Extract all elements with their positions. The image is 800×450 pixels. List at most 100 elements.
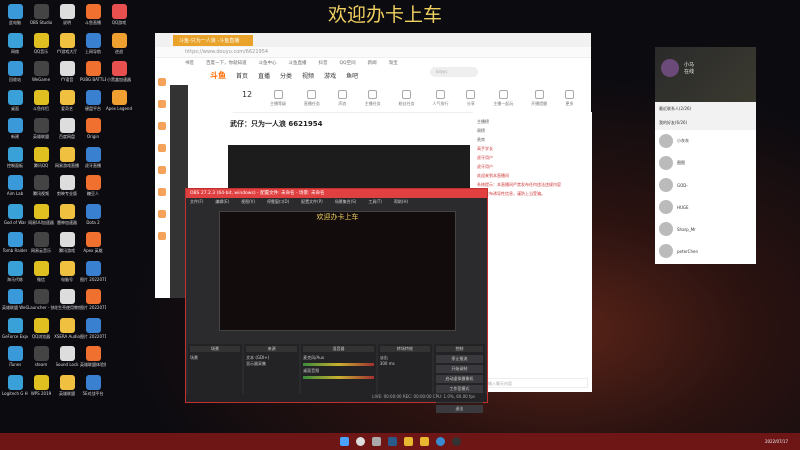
desktop-icon[interactable]: PUBG BATTLEGR... — [80, 61, 106, 90]
desktop-icon[interactable]: 图片 2022071... — [80, 289, 106, 318]
desktop-icon[interactable]: 斗鱼直播 — [80, 4, 106, 33]
desktop-icon[interactable]: 网易云音乐 — [28, 232, 54, 261]
desktop-icon[interactable]: XSERA Audio — [54, 317, 80, 347]
desktop-icon[interactable]: 糖豆人 — [80, 175, 106, 204]
desktop-icon[interactable]: Sound Lock — [54, 346, 80, 375]
desktop-icon[interactable]: 桌面 — [2, 89, 28, 119]
search-icon[interactable] — [356, 437, 365, 446]
desktop-icon[interactable]: 英雄联盟 — [54, 374, 80, 404]
desktop-icon[interactable]: 英雄联盟体验服平台 — [80, 346, 106, 375]
task-view-icon[interactable] — [372, 437, 381, 446]
desktop-icon[interactable] — [106, 147, 132, 176]
desktop-icon[interactable]: God of War — [2, 203, 28, 233]
yy-voice-icon[interactable] — [420, 437, 429, 446]
control-button[interactable]: 开始录制 — [435, 365, 483, 373]
obs-icon[interactable] — [452, 437, 461, 446]
desktop-icon[interactable]: OBS Studio — [28, 4, 54, 33]
desktop-icon[interactable] — [106, 318, 132, 347]
bookmark[interactable]: 书签 — [185, 60, 194, 66]
menu-item[interactable]: 工具(T) — [368, 199, 382, 205]
contact-group[interactable]: 最近联系人(2/26) — [655, 102, 756, 116]
desktop-icon[interactable]: 说明 — [54, 4, 80, 33]
bookmark[interactable]: 新闻 — [368, 60, 377, 66]
desktop-icon[interactable]: 图片 2022071... — [80, 317, 106, 347]
desktop-icon[interactable]: Tomb Raider — [2, 232, 28, 261]
desktop-icon[interactable] — [106, 175, 132, 204]
desktop-icon[interactable]: Apex 英雄 — [80, 232, 106, 261]
desktop-icon[interactable]: 雷神加速器 — [54, 203, 80, 233]
tool-button[interactable]: 分享 — [466, 90, 476, 112]
tool-button[interactable]: 主播一起玩 — [493, 90, 513, 112]
desktop-icon[interactable]: 图片 2022071... — [80, 260, 106, 290]
desktop-icon[interactable]: 海马代练 — [2, 260, 28, 290]
desktop-icon[interactable]: Origin — [80, 118, 106, 147]
desktop-icon[interactable]: YY游戏大厅 — [54, 32, 80, 62]
desktop-icon[interactable]: 英雄联盟 — [28, 118, 54, 147]
desktop-icon[interactable]: 网易UU加速器 — [28, 203, 54, 233]
avatar[interactable] — [661, 59, 679, 77]
desktop-icon[interactable]: steam — [28, 346, 54, 375]
desktop-icon[interactable]: 爱奇艺 — [54, 89, 80, 119]
desktop-icon[interactable]: QQ游戏 — [106, 4, 132, 33]
menu-item[interactable]: 停靠窗口(D) — [267, 199, 289, 205]
control-button[interactable]: 工作室模式 — [435, 385, 483, 393]
desktop-icon[interactable]: QQ音乐 — [28, 32, 54, 62]
desktop-icon[interactable]: WeGame — [28, 61, 54, 90]
desktop-icon[interactable]: 腾讯游戏 — [54, 232, 80, 261]
bookmark[interactable]: 斗鱼直播 — [289, 60, 307, 66]
bookmark[interactable]: 斗鱼中心 — [259, 60, 277, 66]
desktop-icon[interactable]: 新建 — [2, 118, 28, 147]
desktop-icon[interactable]: 5E对战平台 — [80, 374, 106, 404]
contact[interactable]: 小灰灰 — [655, 130, 756, 152]
nav-link[interactable]: 直播 — [258, 71, 270, 80]
desktop-icon[interactable]: Apex Legends — [106, 89, 132, 119]
desktop-icon[interactable]: 网络 — [2, 32, 28, 62]
desktop-icon[interactable]: 腾讯视频 — [28, 175, 54, 204]
clock[interactable]: 2022/07/17 — [765, 439, 800, 444]
nav-link[interactable]: 游戏 — [324, 71, 336, 80]
desktop-icon[interactable]: 网易游戏直播 — [54, 146, 80, 176]
desktop-icon[interactable] — [106, 346, 132, 375]
control-button[interactable]: 退出 — [435, 405, 483, 413]
contact-group[interactable]: 我的好友(6/26) — [655, 116, 756, 130]
tool-button[interactable]: 更多 — [565, 90, 575, 112]
menu-item[interactable]: 视图(V) — [241, 199, 255, 205]
desktop-icon[interactable]: 斗鱼伴侣 — [28, 89, 54, 119]
desktop-icon[interactable]: 回收站 — [2, 61, 28, 90]
desktop-icon[interactable]: 键盘平台 — [80, 89, 106, 119]
contact[interactable]: GOD- — [655, 174, 756, 196]
menu-item[interactable]: 帮助(H) — [394, 199, 408, 205]
desktop-icon[interactable]: 此电脑 — [2, 4, 28, 33]
scene-item[interactable]: 场景 — [190, 355, 240, 361]
tool-button[interactable]: 人气排行 — [432, 90, 448, 112]
yy-icon[interactable] — [404, 437, 413, 446]
duration-input[interactable]: 300 ms — [380, 361, 430, 366]
desktop-icon[interactable]: iTunes — [2, 346, 28, 375]
nav-link[interactable]: 鱼吧 — [346, 71, 358, 80]
desktop-icon[interactable]: 英雄联盟 WeGame版 — [2, 289, 28, 318]
nav-link[interactable]: 视频 — [302, 71, 314, 80]
desktop-icon[interactable]: 逆战 — [106, 32, 132, 62]
steam-icon[interactable] — [388, 437, 397, 446]
contact[interactable]: HUGE — [655, 196, 756, 218]
desktop-icon[interactable]: YY语音 — [54, 61, 80, 90]
menu-item[interactable]: 场景集合(S) — [335, 199, 357, 205]
desktop-icon[interactable]: 微信 — [28, 260, 54, 290]
contact[interactable]: 图图 — [655, 152, 756, 174]
desktop-icon[interactable]: Logitech G HUB — [2, 374, 28, 404]
desktop-icon[interactable]: Launcher - 快捷方式 — [28, 289, 54, 318]
contact[interactable]: Sharp_Mr — [655, 218, 756, 240]
desktop-icon[interactable]: 剪映专业版 — [54, 175, 80, 204]
control-button[interactable]: 停止推流 — [435, 355, 483, 363]
control-button[interactable]: 启动虚拟摄像机 — [435, 375, 483, 383]
nav-link[interactable]: 分类 — [280, 71, 292, 80]
desktop-icon[interactable]: 百度网盘 — [54, 118, 80, 147]
tool-button[interactable]: 声浪 — [337, 90, 347, 112]
menu-item[interactable]: 文件(F) — [190, 199, 203, 205]
menu-item[interactable]: 编辑(E) — [215, 199, 229, 205]
chat-input[interactable]: 这里输入聊天内容 — [477, 378, 588, 388]
desktop-icon[interactable] — [106, 289, 132, 318]
desktop-icon[interactable]: Dota 2 — [80, 203, 106, 233]
search-input[interactable]: lolyyc — [430, 67, 478, 77]
desktop-icon[interactable] — [106, 375, 132, 404]
